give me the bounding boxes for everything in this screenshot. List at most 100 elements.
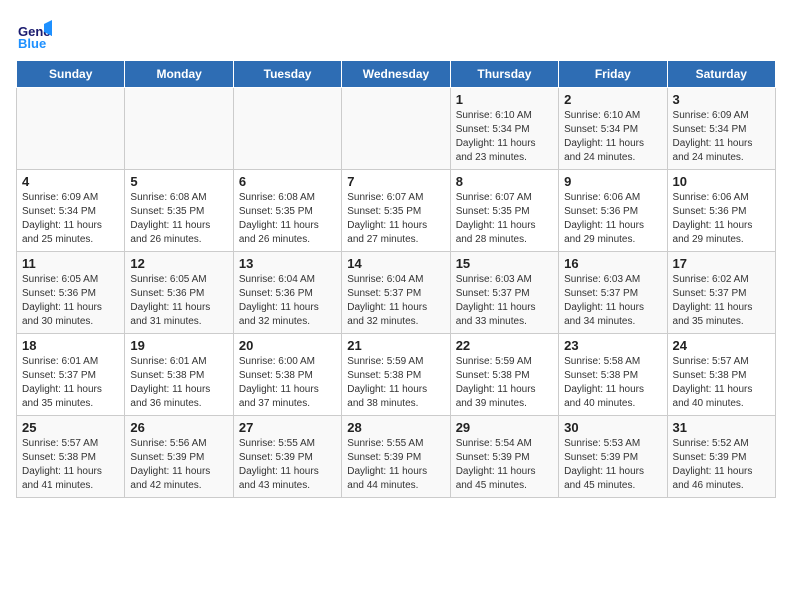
calendar-header-row: SundayMondayTuesdayWednesdayThursdayFrid…	[17, 61, 776, 88]
day-number: 14	[347, 256, 444, 271]
page-header: General Blue	[16, 16, 776, 52]
day-number: 17	[673, 256, 770, 271]
calendar-cell: 23 Sunrise: 5:58 AM Sunset: 5:38 PM Dayli…	[559, 334, 667, 416]
day-number: 11	[22, 256, 119, 271]
day-header-sunday: Sunday	[17, 61, 125, 88]
day-info: Sunrise: 6:10 AM Sunset: 5:34 PM Dayligh…	[456, 109, 553, 165]
day-info: Sunrise: 6:01 AM Sunset: 5:38 PM Dayligh…	[130, 355, 227, 411]
day-info: Sunrise: 5:58 AM Sunset: 5:38 PM Dayligh…	[564, 355, 661, 411]
calendar-cell: 8 Sunrise: 6:07 AM Sunset: 5:35 PM Daylig…	[450, 170, 558, 252]
logo: General Blue	[16, 16, 56, 52]
day-number: 4	[22, 174, 119, 189]
day-number: 12	[130, 256, 227, 271]
calendar-cell: 22 Sunrise: 5:59 AM Sunset: 5:38 PM Dayli…	[450, 334, 558, 416]
day-number: 13	[239, 256, 336, 271]
day-info: Sunrise: 6:10 AM Sunset: 5:34 PM Dayligh…	[564, 109, 661, 165]
day-info: Sunrise: 5:57 AM Sunset: 5:38 PM Dayligh…	[673, 355, 770, 411]
day-info: Sunrise: 6:04 AM Sunset: 5:36 PM Dayligh…	[239, 273, 336, 329]
day-info: Sunrise: 6:06 AM Sunset: 5:36 PM Dayligh…	[564, 191, 661, 247]
day-info: Sunrise: 5:59 AM Sunset: 5:38 PM Dayligh…	[456, 355, 553, 411]
day-header-saturday: Saturday	[667, 61, 775, 88]
day-info: Sunrise: 6:04 AM Sunset: 5:37 PM Dayligh…	[347, 273, 444, 329]
calendar-cell: 15Sunrise: 6:03 AM Sunset: 5:37 PM Dayli…	[450, 252, 558, 334]
day-info: Sunrise: 6:06 AM Sunset: 5:36 PM Dayligh…	[673, 191, 770, 247]
calendar-cell: 10Sunrise: 6:06 AM Sunset: 5:36 PM Dayli…	[667, 170, 775, 252]
day-number: 28	[347, 420, 444, 435]
calendar-cell	[17, 88, 125, 170]
calendar-cell: 17 Sunrise: 6:02 AM Sunset: 5:37 PM Dayli…	[667, 252, 775, 334]
calendar-cell: 25 Sunrise: 5:57 AM Sunset: 5:38 PM Dayli…	[17, 416, 125, 498]
calendar-cell: 9 Sunrise: 6:06 AM Sunset: 5:36 PM Daylig…	[559, 170, 667, 252]
calendar-cell: 20Sunrise: 6:00 AM Sunset: 5:38 PM Dayli…	[233, 334, 341, 416]
day-info: Sunrise: 5:53 AM Sunset: 5:39 PM Dayligh…	[564, 437, 661, 493]
calendar-week-1: 1 Sunrise: 6:10 AM Sunset: 5:34 PM Daylig…	[17, 88, 776, 170]
day-number: 6	[239, 174, 336, 189]
calendar-cell	[125, 88, 233, 170]
day-number: 27	[239, 420, 336, 435]
calendar-cell: 13 Sunrise: 6:04 AM Sunset: 5:36 PM Dayli…	[233, 252, 341, 334]
day-info: Sunrise: 6:09 AM Sunset: 5:34 PM Dayligh…	[673, 109, 770, 165]
day-number: 29	[456, 420, 553, 435]
day-header-friday: Friday	[559, 61, 667, 88]
calendar-cell: 26Sunrise: 5:56 AM Sunset: 5:39 PM Dayli…	[125, 416, 233, 498]
calendar-week-5: 25 Sunrise: 5:57 AM Sunset: 5:38 PM Dayli…	[17, 416, 776, 498]
day-info: Sunrise: 5:57 AM Sunset: 5:38 PM Dayligh…	[22, 437, 119, 493]
day-number: 18	[22, 338, 119, 353]
calendar-cell: 6 Sunrise: 6:08 AM Sunset: 5:35 PM Daylig…	[233, 170, 341, 252]
calendar-cell: 28Sunrise: 5:55 AM Sunset: 5:39 PM Dayli…	[342, 416, 450, 498]
calendar-cell: 2 Sunrise: 6:10 AM Sunset: 5:34 PM Daylig…	[559, 88, 667, 170]
calendar-cell: 5 Sunrise: 6:08 AM Sunset: 5:35 PM Daylig…	[125, 170, 233, 252]
day-info: Sunrise: 6:05 AM Sunset: 5:36 PM Dayligh…	[130, 273, 227, 329]
day-header-thursday: Thursday	[450, 61, 558, 88]
day-info: Sunrise: 6:03 AM Sunset: 5:37 PM Dayligh…	[564, 273, 661, 329]
day-info: Sunrise: 6:02 AM Sunset: 5:37 PM Dayligh…	[673, 273, 770, 329]
day-header-tuesday: Tuesday	[233, 61, 341, 88]
day-info: Sunrise: 5:55 AM Sunset: 5:39 PM Dayligh…	[239, 437, 336, 493]
day-info: Sunrise: 6:08 AM Sunset: 5:35 PM Dayligh…	[239, 191, 336, 247]
calendar-cell: 12 Sunrise: 6:05 AM Sunset: 5:36 PM Dayli…	[125, 252, 233, 334]
calendar-cell: 21 Sunrise: 5:59 AM Sunset: 5:38 PM Dayli…	[342, 334, 450, 416]
day-number: 15	[456, 256, 553, 271]
day-number: 9	[564, 174, 661, 189]
day-number: 16	[564, 256, 661, 271]
day-number: 22	[456, 338, 553, 353]
calendar-cell: 11 Sunrise: 6:05 AM Sunset: 5:36 PM Dayli…	[17, 252, 125, 334]
logo-icon: General Blue	[16, 16, 52, 52]
day-number: 5	[130, 174, 227, 189]
calendar-cell: 31Sunrise: 5:52 AM Sunset: 5:39 PM Dayli…	[667, 416, 775, 498]
day-info: Sunrise: 6:08 AM Sunset: 5:35 PM Dayligh…	[130, 191, 227, 247]
day-info: Sunrise: 6:05 AM Sunset: 5:36 PM Dayligh…	[22, 273, 119, 329]
day-info: Sunrise: 5:59 AM Sunset: 5:38 PM Dayligh…	[347, 355, 444, 411]
calendar-cell: 4 Sunrise: 6:09 AM Sunset: 5:34 PM Daylig…	[17, 170, 125, 252]
calendar-cell: 29 Sunrise: 5:54 AM Sunset: 5:39 PM Dayli…	[450, 416, 558, 498]
day-number: 25	[22, 420, 119, 435]
day-number: 30	[564, 420, 661, 435]
day-info: Sunrise: 6:07 AM Sunset: 5:35 PM Dayligh…	[456, 191, 553, 247]
calendar-week-4: 18Sunrise: 6:01 AM Sunset: 5:37 PM Dayli…	[17, 334, 776, 416]
day-header-monday: Monday	[125, 61, 233, 88]
day-number: 1	[456, 92, 553, 107]
calendar-cell	[342, 88, 450, 170]
day-info: Sunrise: 5:52 AM Sunset: 5:39 PM Dayligh…	[673, 437, 770, 493]
day-info: Sunrise: 5:54 AM Sunset: 5:39 PM Dayligh…	[456, 437, 553, 493]
calendar-cell: 27 Sunrise: 5:55 AM Sunset: 5:39 PM Dayli…	[233, 416, 341, 498]
calendar-cell: 3Sunrise: 6:09 AM Sunset: 5:34 PM Daylig…	[667, 88, 775, 170]
day-header-wednesday: Wednesday	[342, 61, 450, 88]
day-info: Sunrise: 5:56 AM Sunset: 5:39 PM Dayligh…	[130, 437, 227, 493]
day-number: 24	[673, 338, 770, 353]
day-number: 19	[130, 338, 227, 353]
day-number: 23	[564, 338, 661, 353]
calendar-cell: 30 Sunrise: 5:53 AM Sunset: 5:39 PM Dayli…	[559, 416, 667, 498]
svg-text:Blue: Blue	[18, 36, 46, 51]
day-number: 20	[239, 338, 336, 353]
day-number: 21	[347, 338, 444, 353]
calendar-cell: 24 Sunrise: 5:57 AM Sunset: 5:38 PM Dayli…	[667, 334, 775, 416]
day-number: 8	[456, 174, 553, 189]
calendar-cell: 7Sunrise: 6:07 AM Sunset: 5:35 PM Daylig…	[342, 170, 450, 252]
calendar-cell: 14 Sunrise: 6:04 AM Sunset: 5:37 PM Dayli…	[342, 252, 450, 334]
day-number: 2	[564, 92, 661, 107]
calendar-cell: 19 Sunrise: 6:01 AM Sunset: 5:38 PM Dayli…	[125, 334, 233, 416]
day-info: Sunrise: 6:09 AM Sunset: 5:34 PM Dayligh…	[22, 191, 119, 247]
day-info: Sunrise: 6:07 AM Sunset: 5:35 PM Dayligh…	[347, 191, 444, 247]
calendar-cell: 1 Sunrise: 6:10 AM Sunset: 5:34 PM Daylig…	[450, 88, 558, 170]
